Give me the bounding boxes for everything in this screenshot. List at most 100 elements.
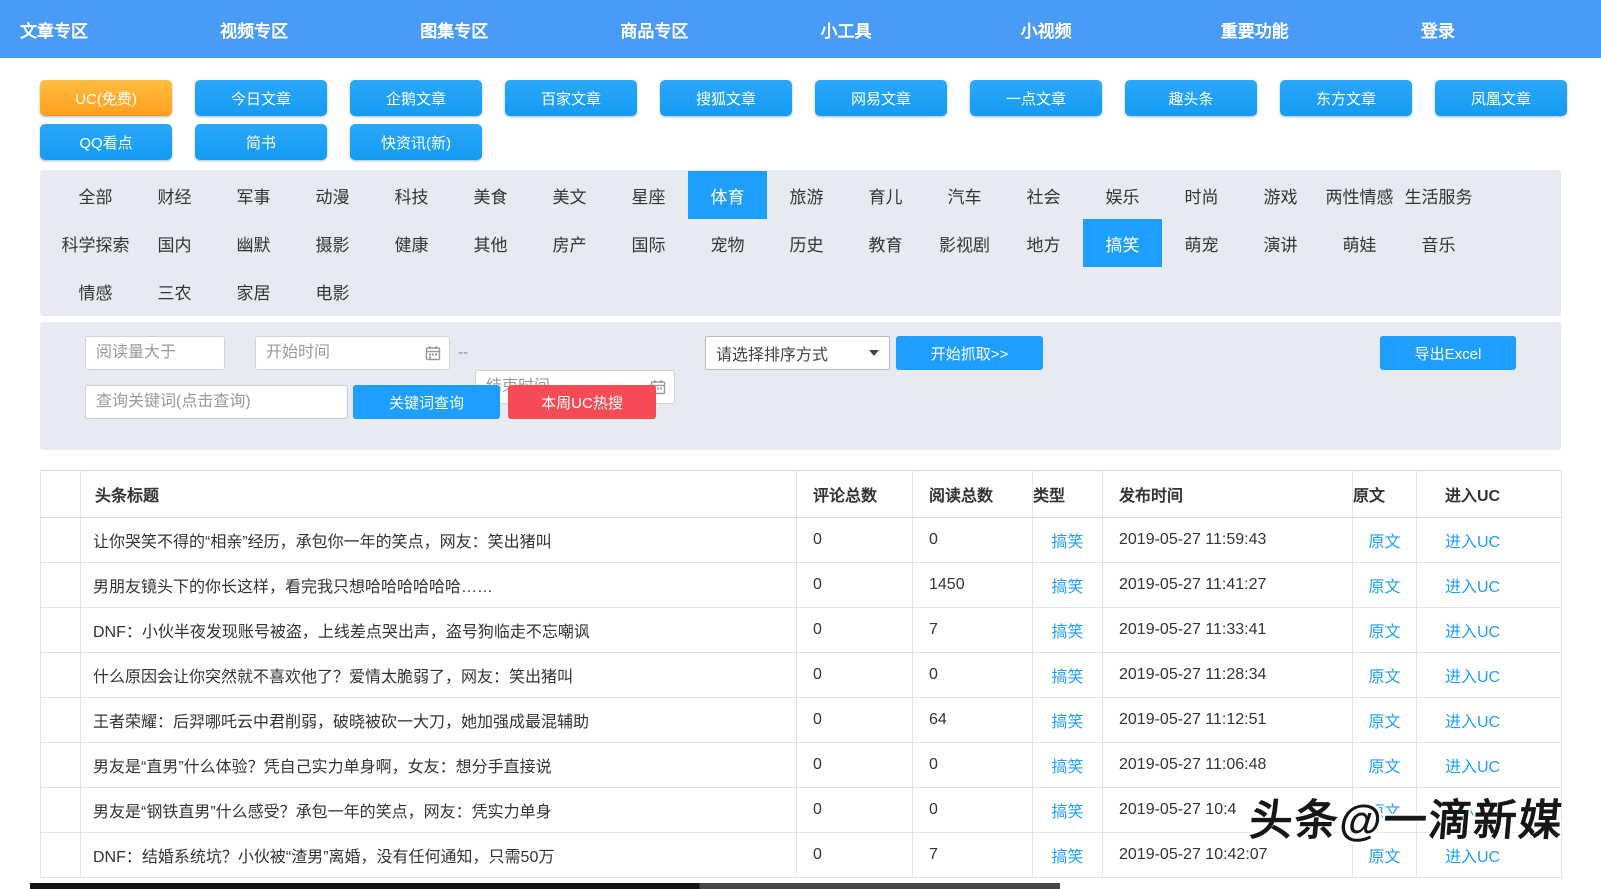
category-tab[interactable]: 旅游	[767, 171, 846, 219]
source-button[interactable]: 网易文章	[815, 80, 947, 116]
select-all-cell[interactable]	[40, 470, 81, 518]
category-tab[interactable]: 地方	[1004, 219, 1083, 267]
enter-uc-link[interactable]: 进入UC	[1445, 669, 1500, 686]
category-tab[interactable]: 摄影	[293, 219, 372, 267]
category-tab[interactable]: 萌宠	[1162, 219, 1241, 267]
source-link[interactable]: 原文	[1368, 849, 1400, 866]
nav-item[interactable]: 文章专区	[0, 17, 200, 42]
category-tab[interactable]: 萌娃	[1320, 219, 1399, 267]
source-button[interactable]: 百家文章	[505, 80, 637, 116]
enter-uc-link[interactable]: 进入UC	[1445, 849, 1500, 866]
enter-uc-link[interactable]: 进入UC	[1445, 579, 1500, 596]
category-tab[interactable]: 时尚	[1162, 171, 1241, 219]
category-tab[interactable]: 游戏	[1241, 171, 1320, 219]
source-button[interactable]: 东方文章	[1280, 80, 1412, 116]
source-button[interactable]: 凤凰文章	[1435, 80, 1567, 116]
category-tab[interactable]: 影视剧	[925, 219, 1004, 267]
min-reads-input[interactable]	[85, 336, 225, 370]
nav-item[interactable]: 视频专区	[200, 17, 400, 42]
nav-item[interactable]: 登录	[1401, 17, 1601, 42]
category-tab[interactable]: 星座	[609, 171, 688, 219]
category-tab[interactable]: 体育	[688, 171, 767, 219]
start-time-input[interactable]	[255, 336, 450, 370]
category-tab[interactable]: 育儿	[846, 171, 925, 219]
type-link[interactable]: 搞笑	[1051, 624, 1083, 641]
category-tab[interactable]: 汽车	[925, 171, 1004, 219]
category-tab[interactable]: 动漫	[293, 171, 372, 219]
category-tab[interactable]: 幽默	[214, 219, 293, 267]
category-tab[interactable]: 教育	[846, 219, 925, 267]
row-select-cell[interactable]	[40, 697, 81, 743]
nav-item[interactable]: 图集专区	[400, 17, 600, 42]
sort-select[interactable]: 请选择排序方式	[705, 336, 890, 370]
row-select-cell[interactable]	[40, 832, 81, 878]
export-excel-button[interactable]: 导出Excel	[1380, 336, 1516, 370]
nav-item[interactable]: 小视频	[1001, 17, 1201, 42]
category-tab[interactable]: 三农	[135, 267, 214, 315]
category-tab[interactable]: 社会	[1004, 171, 1083, 219]
category-tab[interactable]: 历史	[767, 219, 846, 267]
category-tab[interactable]: 房产	[530, 219, 609, 267]
category-tab[interactable]: 家居	[214, 267, 293, 315]
source-button[interactable]: 搜狐文章	[660, 80, 792, 116]
enter-uc-link[interactable]: 进入UC	[1445, 759, 1500, 776]
type-link[interactable]: 搞笑	[1051, 534, 1083, 551]
category-tab[interactable]: 宠物	[688, 219, 767, 267]
category-tab[interactable]: 科学探索	[56, 219, 135, 267]
row-select-cell[interactable]	[40, 607, 81, 653]
row-select-cell[interactable]	[40, 517, 81, 563]
enter-uc-link[interactable]: 进入UC	[1445, 624, 1500, 641]
type-link[interactable]: 搞笑	[1051, 759, 1083, 776]
enter-uc-link[interactable]: 进入UC	[1445, 534, 1500, 551]
source-link[interactable]: 原文	[1368, 579, 1400, 596]
source-button[interactable]: QQ看点	[40, 124, 172, 160]
source-button[interactable]: 趣头条	[1125, 80, 1257, 116]
category-tab[interactable]: 健康	[372, 219, 451, 267]
category-tab[interactable]: 美食	[451, 171, 530, 219]
source-button[interactable]: 快资讯(新)	[350, 124, 482, 160]
category-tab[interactable]: 演讲	[1241, 219, 1320, 267]
category-tab[interactable]: 财经	[135, 171, 214, 219]
source-button[interactable]: 企鹅文章	[350, 80, 482, 116]
source-button[interactable]: 简书	[195, 124, 327, 160]
nav-item[interactable]: 重要功能	[1201, 17, 1401, 42]
row-select-cell[interactable]	[40, 562, 81, 608]
source-button[interactable]: 今日文章	[195, 80, 327, 116]
category-tab[interactable]: 全部	[56, 171, 135, 219]
category-tab[interactable]: 其他	[451, 219, 530, 267]
type-link[interactable]: 搞笑	[1051, 579, 1083, 596]
weekly-uc-hot-button[interactable]: 本周UC热搜	[508, 385, 656, 419]
category-tab[interactable]: 情感	[56, 267, 135, 315]
category-tab[interactable]: 国际	[609, 219, 688, 267]
source-link[interactable]: 原文	[1368, 624, 1400, 641]
nav-item[interactable]: 商品专区	[600, 17, 800, 42]
keyword-search-input[interactable]	[85, 385, 348, 419]
source-link[interactable]: 原文	[1368, 714, 1400, 731]
category-tab[interactable]: 生活服务	[1399, 171, 1478, 219]
category-tab[interactable]: 音乐	[1399, 219, 1478, 267]
category-tab[interactable]: 两性情感	[1320, 171, 1399, 219]
row-select-cell[interactable]	[40, 787, 81, 833]
keyword-query-button[interactable]: 关键词查询	[353, 385, 500, 419]
type-link[interactable]: 搞笑	[1051, 714, 1083, 731]
type-link[interactable]: 搞笑	[1051, 804, 1083, 821]
category-tab[interactable]: 国内	[135, 219, 214, 267]
source-button[interactable]: UC(免费)	[40, 80, 172, 116]
source-link[interactable]: 原文	[1368, 759, 1400, 776]
category-tab[interactable]: 娱乐	[1083, 171, 1162, 219]
category-tab[interactable]: 军事	[214, 171, 293, 219]
category-tab[interactable]: 美文	[530, 171, 609, 219]
enter-uc-link[interactable]: 进入UC	[1445, 714, 1500, 731]
nav-item[interactable]: 小工具	[801, 17, 1001, 42]
type-link[interactable]: 搞笑	[1051, 849, 1083, 866]
category-tab[interactable]: 科技	[372, 171, 451, 219]
type-link[interactable]: 搞笑	[1051, 669, 1083, 686]
row-select-cell[interactable]	[40, 742, 81, 788]
category-tab[interactable]: 搞笑	[1083, 219, 1162, 267]
source-link[interactable]: 原文	[1368, 534, 1400, 551]
source-link[interactable]: 原文	[1368, 669, 1400, 686]
category-tab[interactable]: 电影	[293, 267, 372, 315]
start-grab-button[interactable]: 开始抓取>>	[896, 336, 1043, 370]
row-select-cell[interactable]	[40, 652, 81, 698]
source-button[interactable]: 一点文章	[970, 80, 1102, 116]
